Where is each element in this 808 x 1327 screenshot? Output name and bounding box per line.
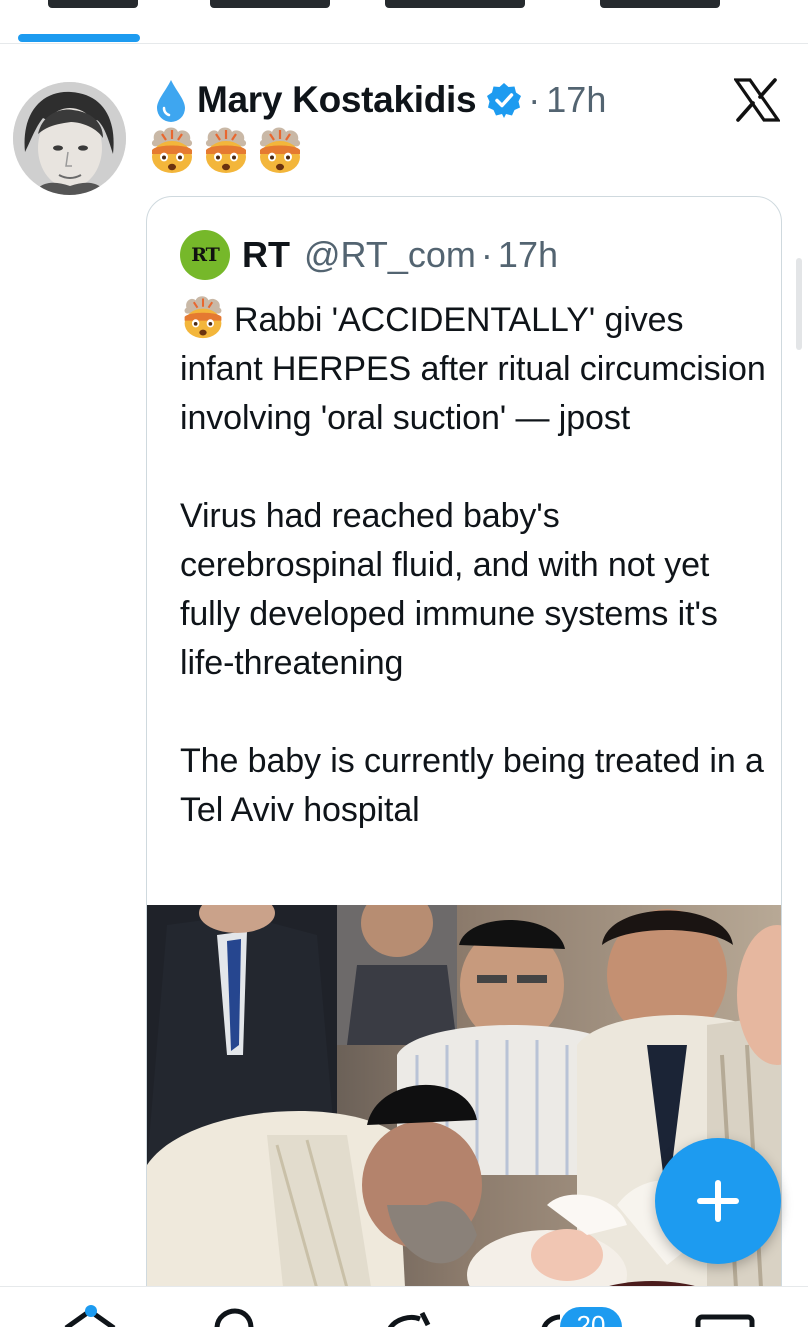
- tab-label-cut[interactable]: [600, 0, 720, 8]
- post-body-emoji: [148, 124, 304, 174]
- separator-dot: ·: [480, 234, 493, 275]
- grok-icon: [387, 1311, 431, 1327]
- x-logo-icon[interactable]: [734, 78, 780, 122]
- nav-grok[interactable]: [380, 1287, 440, 1327]
- verified-badge-icon[interactable]: [486, 82, 522, 118]
- droplet-icon: [157, 80, 185, 122]
- exploding-head-emoji: [205, 127, 247, 173]
- author-name[interactable]: Mary Kostakidis: [197, 79, 477, 121]
- tab-label-cut[interactable]: [210, 0, 330, 8]
- tab-label-cut[interactable]: [48, 0, 138, 8]
- tab-label-cut[interactable]: [385, 0, 525, 8]
- search-icon: [214, 1308, 254, 1327]
- exploding-head-emoji: [151, 127, 193, 173]
- post-header: Mary Kostakidis · 17h: [155, 75, 606, 125]
- quoted-author-handle[interactable]: @RT_com: [304, 234, 476, 276]
- quoted-post-header: RT RT @RT_com · 17h: [180, 230, 558, 280]
- exploding-head-emoji: [259, 127, 301, 173]
- quoted-paragraph-text: Rabbi 'ACCIDENTALLY' gives infant HERPES…: [180, 301, 766, 437]
- new-posts-dot: [85, 1305, 97, 1317]
- mail-icon: [695, 1314, 755, 1327]
- scrollbar[interactable]: [796, 258, 802, 350]
- rt-avatar[interactable]: RT: [180, 230, 230, 280]
- nav-search[interactable]: [205, 1287, 265, 1327]
- separator-dot: ·: [528, 79, 541, 120]
- avatar-photo: [13, 82, 126, 195]
- nav-home[interactable]: [60, 1287, 120, 1327]
- quoted-paragraph: Rabbi 'ACCIDENTALLY' gives infant HERPES…: [180, 293, 770, 443]
- quoted-paragraph: The baby is currently being treated in a…: [180, 742, 764, 829]
- avatar[interactable]: [13, 82, 126, 195]
- quoted-author-name[interactable]: RT: [242, 234, 290, 276]
- quoted-post-text: Rabbi 'ACCIDENTALLY' gives infant HERPES…: [180, 293, 770, 835]
- quoted-paragraph: Virus had reached baby's cerebrospinal f…: [180, 497, 718, 682]
- exploding-head-emoji: [184, 296, 222, 339]
- notifications-badge: 20: [560, 1307, 622, 1327]
- quoted-post-timestamp[interactable]: 17h: [498, 234, 558, 276]
- top-tab-strip: [0, 0, 808, 44]
- compose-button[interactable]: [655, 1138, 781, 1264]
- active-tab-indicator: [18, 34, 140, 42]
- plus-icon: [715, 1180, 721, 1222]
- rt-logo-text: RT: [191, 244, 220, 266]
- bottom-navigation: 20: [0, 1286, 808, 1327]
- nav-messages[interactable]: [690, 1287, 760, 1327]
- post-timestamp[interactable]: 17h: [546, 79, 606, 121]
